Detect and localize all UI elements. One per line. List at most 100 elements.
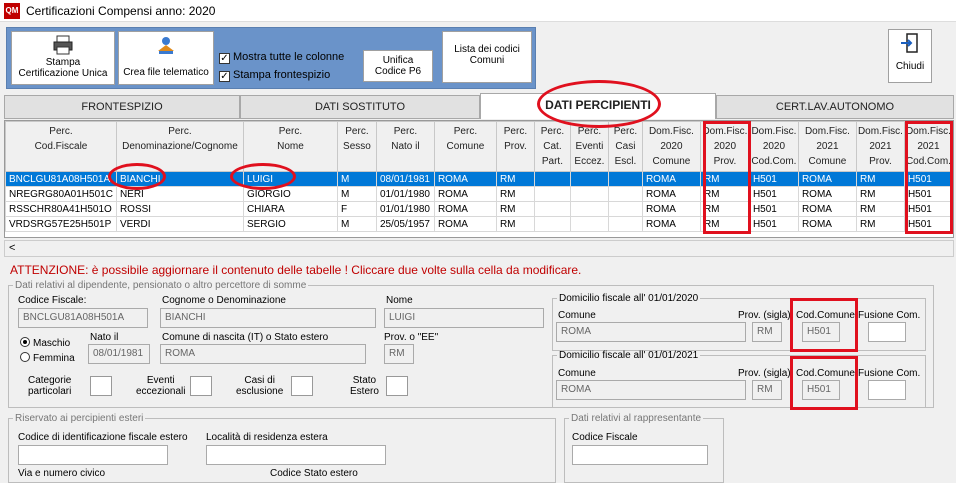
table-cell[interactable]: RM	[855, 201, 905, 217]
localita-estera-field[interactable]	[206, 445, 386, 465]
column-header[interactable]: Perc. Nato il	[375, 121, 435, 172]
scroll-left-arrow-icon[interactable]: <	[9, 242, 15, 254]
table-cell[interactable]: SERGIO	[242, 216, 338, 232]
column-header[interactable]: Perc. Prov.	[495, 121, 535, 172]
table-cell[interactable]: RM	[495, 216, 535, 232]
maschio-radio[interactable]: Maschio	[20, 337, 70, 349]
table-cell[interactable]: M	[336, 171, 377, 187]
table-row[interactable]: RSSCHR80A41H501O ROSSI CHIARA F 01/01/1980 RO…	[5, 201, 953, 217]
table-cell[interactable]: ROSSI	[115, 201, 244, 217]
table-cell[interactable]	[533, 201, 571, 217]
table-cell[interactable]	[569, 201, 609, 217]
dom2020-comune-field[interactable]: ROMA	[556, 322, 746, 342]
table-cell[interactable]: ROMA	[433, 186, 497, 202]
table-cell[interactable]	[533, 171, 571, 187]
column-header[interactable]: Dom.Fisc. 2020 Cod.Com.	[748, 121, 799, 172]
table-cell[interactable]	[533, 216, 571, 232]
chiudi-button[interactable]: Chiudi	[888, 29, 932, 83]
table-cell[interactable]	[607, 171, 643, 187]
table-cell[interactable]	[569, 216, 609, 232]
dom2021-comune-field[interactable]: ROMA	[556, 380, 746, 400]
mostra-colonne-checkbox[interactable]: ✓ Mostra tutte le colonne	[219, 51, 344, 64]
table-cell[interactable]: RM	[495, 186, 535, 202]
table-cell[interactable]: M	[336, 216, 377, 232]
dom2021-prov-field[interactable]: RM	[752, 380, 782, 400]
column-header[interactable]: Dom.Fisc. 2021 Prov.	[855, 121, 905, 172]
table-cell[interactable]: ROMA	[433, 171, 497, 187]
table-cell[interactable]: VERDI	[115, 216, 244, 232]
table-cell[interactable]: RM	[495, 201, 535, 217]
comune-nascita-field[interactable]: ROMA	[160, 344, 366, 364]
table-cell[interactable]: BNCLGU81A08H501A	[5, 171, 117, 187]
table-cell[interactable]	[607, 216, 643, 232]
nome-field[interactable]: LUIGI	[384, 308, 544, 328]
horizontal-scrollbar[interactable]: <	[4, 240, 954, 257]
table-cell[interactable]: H501	[748, 201, 799, 217]
table-cell[interactable]: ROMA	[797, 216, 857, 232]
stampa-cu-button[interactable]: Stampa Certificazione Unica	[11, 31, 115, 85]
rappresentante-cf-field[interactable]	[572, 445, 708, 465]
dom2020-fusione-field[interactable]	[868, 322, 906, 342]
column-header[interactable]: Dom.Fisc. 2021 Comune	[797, 121, 857, 172]
column-header[interactable]: Perc. Casi Escl.	[607, 121, 643, 172]
dom2021-fusione-field[interactable]	[868, 380, 906, 400]
table-cell[interactable]: H501	[748, 186, 799, 202]
dom2021-prov-label: Prov. (sigla)	[738, 368, 791, 379]
table-cell[interactable]	[533, 186, 571, 202]
table-cell[interactable]: ROMA	[433, 216, 497, 232]
table-cell[interactable]: ROMA	[433, 201, 497, 217]
table-cell[interactable]	[569, 171, 609, 187]
stampa-frontespizio-checkbox[interactable]: ✓ Stampa frontespizio	[219, 69, 330, 82]
table-cell[interactable]: RM	[855, 186, 905, 202]
nato-field[interactable]: 08/01/1981	[88, 344, 150, 364]
table-cell[interactable]: F	[336, 201, 377, 217]
table-cell[interactable]: RM	[855, 216, 905, 232]
column-header[interactable]: Perc. Sesso	[336, 121, 377, 172]
table-cell[interactable]: RSSCHR80A41H501O	[5, 201, 117, 217]
table-cell[interactable]: RM	[495, 171, 535, 187]
categorie-field[interactable]	[90, 376, 112, 396]
table-cell[interactable]	[569, 186, 609, 202]
table-cell[interactable]: 08/01/1981	[375, 171, 435, 187]
table-cell[interactable]: ROMA	[641, 171, 701, 187]
eventi-field[interactable]	[190, 376, 212, 396]
table-cell[interactable]: 01/01/1980	[375, 186, 435, 202]
tab-cert-lav-autonomo[interactable]: CERT.LAV.AUTONOMO	[716, 95, 954, 119]
codice-id-estero-field[interactable]	[18, 445, 168, 465]
table-cell[interactable]: 25/05/1957	[375, 216, 435, 232]
tab-dati-sostituto[interactable]: DATI SOSTITUTO	[240, 95, 480, 119]
table-cell[interactable]	[607, 201, 643, 217]
cognome-field[interactable]: BIANCHI	[160, 308, 376, 328]
table-cell[interactable]: ROMA	[641, 216, 701, 232]
unifica-button[interactable]: Unifica Codice P6	[363, 50, 433, 82]
dom2020-prov-field[interactable]: RM	[752, 322, 782, 342]
table-cell[interactable]: ROMA	[641, 201, 701, 217]
table-cell[interactable]: ROMA	[641, 186, 701, 202]
table-cell[interactable]: 01/01/1980	[375, 201, 435, 217]
prov-ee-field[interactable]: RM	[384, 344, 414, 364]
column-header[interactable]: Perc. Cod.Fiscale	[5, 121, 117, 172]
lista-codici-button[interactable]: Lista dei codici Comuni	[442, 31, 532, 83]
table-cell[interactable]: ROMA	[797, 186, 857, 202]
table-row[interactable]: VRDSRG57E25H501P VERDI SERGIO M 25/05/1957 RO…	[5, 216, 953, 232]
table-cell[interactable]: M	[336, 186, 377, 202]
table-cell[interactable]: RM	[855, 171, 905, 187]
table-cell[interactable]	[607, 186, 643, 202]
tab-frontespizio[interactable]: FRONTESPIZIO	[4, 95, 240, 119]
casi-field[interactable]	[291, 376, 313, 396]
column-header[interactable]: Dom.Fisc. 2020 Comune	[641, 121, 701, 172]
crea-file-button[interactable]: Crea file telematico	[118, 31, 214, 85]
column-header[interactable]: Perc. Eventi Eccez.	[569, 121, 609, 172]
table-cell[interactable]: VRDSRG57E25H501P	[5, 216, 117, 232]
codice-fiscale-field[interactable]: BNCLGU81A08H501A	[18, 308, 148, 328]
column-header[interactable]: Perc. Comune	[433, 121, 497, 172]
table-cell[interactable]: CHIARA	[242, 201, 338, 217]
table-cell[interactable]: H501	[748, 216, 799, 232]
femmina-radio[interactable]: Femmina	[20, 352, 75, 364]
table-cell[interactable]: ROMA	[797, 171, 857, 187]
stato-estero-field[interactable]	[386, 376, 408, 396]
column-header[interactable]: Perc. Cat. Part.	[533, 121, 571, 172]
table-cell[interactable]: ROMA	[797, 201, 857, 217]
table-cell[interactable]: NREGRG80A01H501C	[5, 186, 117, 202]
table-cell[interactable]: H501	[748, 171, 799, 187]
